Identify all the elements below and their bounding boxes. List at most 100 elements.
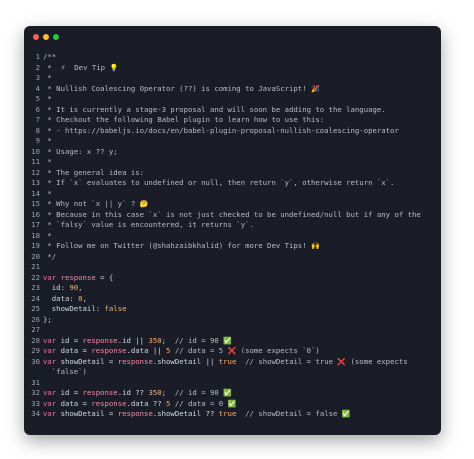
code-line: 4 * Nullish Coalescing Operator (??) is …: [24, 84, 441, 95]
line-text: var showDetail = response.showDetail || …: [43, 356, 408, 366]
line-number: [24, 367, 43, 378]
line-number: 24: [31, 293, 40, 303]
cross-icon: ❌: [337, 357, 347, 366]
code-line: 18 *: [24, 231, 441, 242]
line-text: *: [43, 157, 52, 166]
line-text: * The general idea is:: [43, 167, 145, 177]
code-line: 26};: [24, 315, 441, 326]
line-number: 4: [35, 83, 40, 93]
code-line: 7 * Checkout the following Babel plugin …: [24, 115, 441, 126]
close-button[interactable]: [33, 34, 39, 40]
line-number: 9: [35, 136, 40, 145]
line-number: 27: [31, 325, 40, 334]
line-text: [43, 262, 441, 273]
line-text: [43, 325, 441, 336]
line-text: showDetail: false: [43, 304, 127, 313]
code-line: 31: [24, 378, 441, 389]
line-number: 14: [31, 188, 40, 198]
line-text: * `falsy` value is encountered, it retur…: [43, 220, 254, 229]
code-line: 5 *: [24, 94, 441, 105]
code-line: 12 * The general idea is:: [24, 168, 441, 179]
code-line: 8 * - https://babeljs.io/docs/en/babel-p…: [24, 126, 441, 137]
check-icon: ✅: [223, 389, 232, 397]
line-text: id: 90,: [43, 283, 83, 292]
check-icon: ✅: [227, 399, 237, 408]
line-text: [43, 378, 441, 389]
line-number: 13: [31, 178, 40, 187]
line-number: 11: [31, 157, 40, 166]
code-line: 3 *: [24, 73, 441, 84]
window-controls: [33, 34, 59, 40]
line-number: 20: [31, 251, 40, 261]
code-line: 2 * ⚡ Dev Tip 💡: [24, 63, 441, 74]
line-text: var showDetail = response.showDetail ?? …: [43, 409, 351, 418]
code-line: 22 var response = {: [24, 273, 441, 284]
line-text: * If `x` evaluates to undefined or null,…: [43, 178, 395, 187]
line-number: 21: [31, 262, 40, 271]
line-number: 10: [31, 146, 40, 156]
line-number: 33: [31, 398, 40, 408]
line-text: */: [43, 251, 57, 261]
code-line: 27: [24, 325, 441, 336]
line-text: * Follow me on Twitter (@shahzaibkhalid)…: [43, 241, 320, 250]
line-text: `false`): [43, 367, 87, 376]
code-line: 29 var data = response.data || 5 // data …: [24, 346, 441, 357]
code-line: 25 showDetail: false: [24, 304, 441, 315]
line-number: 15: [31, 199, 40, 208]
line-text: * Because in this case `x` is not just c…: [43, 209, 421, 219]
line-number: 12: [31, 167, 40, 177]
line-number: 30: [31, 356, 40, 366]
line-text: var data = response.data ?? 5 // data = …: [43, 398, 237, 408]
emoji-icon: ⚡: [60, 63, 66, 72]
line-number: 32: [31, 388, 40, 397]
line-text: var id = response.id ?? 350; // id = 90 …: [43, 388, 232, 397]
check-icon: ✅: [223, 336, 232, 345]
line-number: 5: [35, 94, 40, 103]
code-line: 16 * Because in this case `x` is not jus…: [24, 210, 441, 221]
line-number: 19: [31, 241, 40, 250]
line-text: *: [43, 94, 52, 103]
line-text: data: 0,: [43, 293, 87, 303]
minimize-button[interactable]: [43, 34, 49, 40]
line-number: 34: [31, 409, 40, 418]
line-text: *: [43, 73, 52, 82]
code-editor[interactable]: 1/** 2 * ⚡ Dev Tip 💡 3 * 4 * Nullish Coales…: [24, 52, 441, 420]
emoji-icon: 🙌: [310, 242, 320, 250]
line-number: 31: [31, 377, 40, 387]
maximize-button[interactable]: [53, 34, 59, 40]
line-text: var response = {: [43, 272, 114, 282]
code-line: 24 data: 0,: [24, 294, 441, 305]
line-number: 23: [31, 283, 40, 292]
line-text: var id = response.id || 350; // id = 90 …: [43, 335, 232, 345]
line-text: };: [43, 314, 52, 324]
line-text: * Checkout the following Babel plugin to…: [43, 115, 325, 124]
line-text: * - https://babeljs.io/docs/en/babel-plu…: [43, 125, 399, 135]
code-line: 15 * Why not `x || y` ? 🤔: [24, 199, 441, 210]
line-text: * Nullish Coalescing Operator (??) is co…: [43, 83, 320, 93]
emoji-icon: 🤔: [139, 200, 149, 208]
line-number: 29: [31, 346, 40, 355]
line-text: * ⚡ Dev Tip 💡: [43, 62, 119, 72]
line-number: 28: [31, 335, 40, 345]
line-number: 25: [31, 304, 40, 313]
code-line: 11 *: [24, 157, 441, 168]
line-number: 26: [31, 314, 40, 324]
line-number: 22: [31, 272, 40, 282]
line-text: *: [43, 188, 52, 198]
line-number: 7: [35, 115, 40, 124]
line-text: * Usage: x ?? y;: [43, 146, 118, 156]
line-text: /**: [43, 52, 57, 61]
line-text: var data = response.data || 5 // data = …: [43, 346, 320, 355]
line-number: 1: [35, 52, 40, 61]
code-line: 34 var showDetail = response.showDetail ?…: [24, 409, 441, 420]
line-number: 18: [31, 230, 40, 240]
code-line: 23 id: 90,: [24, 283, 441, 294]
emoji-icon: 💡: [109, 63, 119, 72]
line-number: 2: [35, 62, 40, 72]
code-line: 14 *: [24, 189, 441, 200]
line-number: 16: [31, 209, 40, 219]
line-number: 17: [31, 220, 40, 229]
code-line: 10 * Usage: x ?? y;: [24, 147, 441, 158]
line-number: 8: [35, 125, 40, 135]
line-text: * Why not `x || y` ? 🤔: [43, 199, 149, 208]
